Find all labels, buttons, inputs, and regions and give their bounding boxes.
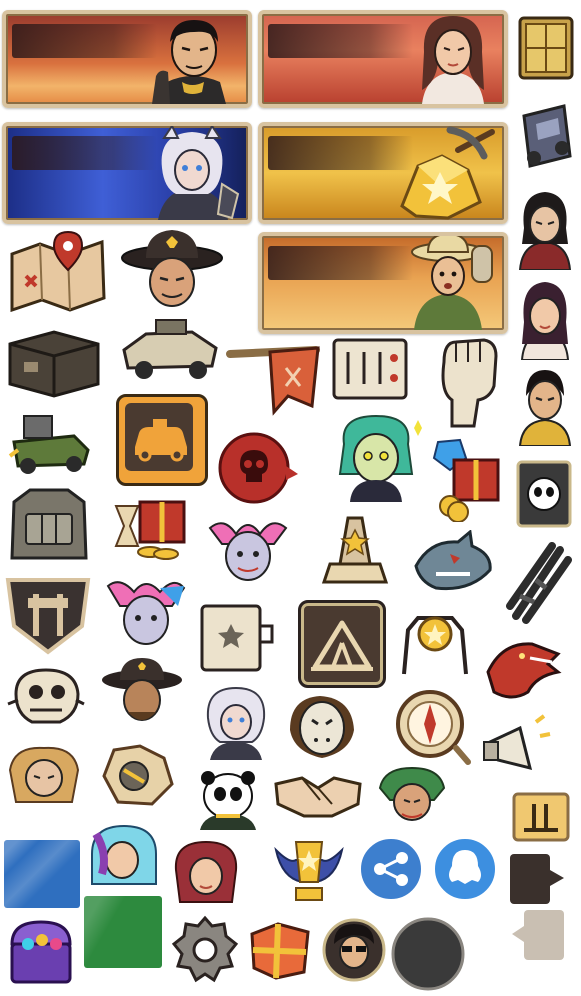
skull-icon: [218, 432, 298, 504]
panda-warrior-icon: [200, 771, 256, 830]
punk-girl-icon: [106, 581, 186, 645]
raised-fist-icon: [441, 338, 498, 428]
banner-title-bar: [12, 24, 158, 58]
light-bubble-icon: [512, 910, 564, 960]
gift-coins-icon: [114, 500, 186, 560]
star-trophy-icon: [321, 516, 389, 584]
qq-penguin-icon[interactable]: [432, 836, 498, 902]
backpack-icon: [10, 488, 88, 560]
redhead-bust-icon: [520, 282, 570, 360]
grinning-skull-icon: [7, 668, 85, 724]
sheriff-bust-icon: [102, 658, 182, 721]
beast-portrait-icon: [158, 126, 240, 220]
rifles-icon: [506, 542, 572, 624]
hero-portrait-icon: [152, 20, 226, 104]
shield-emblem-icon: [5, 578, 91, 655]
banner-red-hair-girl[interactable]: [258, 10, 508, 108]
wing-trophy-icon: [274, 841, 344, 901]
banner-title-bar: [12, 136, 158, 170]
banner-explorer[interactable]: [258, 232, 508, 334]
crate-box-icon: [8, 330, 100, 398]
banner-desert-hero[interactable]: [2, 10, 252, 108]
blue-swatch-icon: [4, 840, 80, 908]
armored-car-icon: [522, 104, 572, 168]
girl-portrait-icon: [422, 16, 484, 104]
compass-icon: [396, 690, 471, 765]
pause-card-icon: [512, 792, 570, 842]
green-goblin-icon: [378, 766, 446, 821]
hero-sunglasses-icon: [518, 192, 572, 270]
pickaxe-gold-icon: [400, 126, 495, 220]
chest-jewels-icon: [10, 920, 72, 984]
dark-bubble-icon: [510, 854, 564, 904]
megaphone-icon: [483, 714, 551, 771]
dragon-icon: [486, 642, 562, 699]
control-panel-icon: [332, 338, 408, 400]
redhead-girl-icon: [174, 840, 238, 903]
hockey-mask-icon: [290, 696, 354, 758]
beast-bust-icon: [206, 686, 266, 760]
explorer-portrait-icon: [411, 236, 493, 330]
cannon-truck-icon: [8, 415, 90, 474]
handshake-icon: [274, 776, 362, 818]
hero-bust-icon: [518, 370, 572, 446]
camp-tent-icon: [298, 600, 386, 688]
dark-circle-icon: [391, 917, 465, 991]
taxi-icon: [116, 394, 208, 486]
gift-box-icon: [250, 922, 310, 980]
flag-key-icon: [226, 346, 320, 416]
banner-title-bar: [268, 24, 414, 58]
gold-badge-icon: [402, 616, 468, 675]
hero-sunglasses-icon: [322, 918, 386, 982]
banner-title-bar: [268, 246, 414, 280]
blond-man-icon: [8, 746, 80, 803]
banner-gold-mining[interactable]: [258, 122, 508, 224]
armored-car-icon: [122, 319, 218, 379]
clown-girl-icon: [208, 522, 288, 581]
broken-gear-icon: [102, 744, 174, 806]
share-icon[interactable]: [358, 836, 424, 902]
gems-gift-icon: [432, 438, 500, 522]
zombie-girl-icon: [338, 414, 422, 502]
treasure-map-icon: [10, 230, 106, 312]
shark-icon: [414, 530, 492, 591]
banner-white-hair-beast[interactable]: [2, 122, 252, 224]
panda-card-icon: [516, 460, 572, 528]
door-card-icon: [200, 604, 274, 672]
crate-icon: [518, 16, 574, 80]
blue-hair-girl-icon: [91, 824, 157, 885]
green-swatch-icon: [84, 896, 162, 968]
cowboy-sheriff-icon: [121, 230, 223, 307]
gear-icon: [171, 915, 239, 983]
